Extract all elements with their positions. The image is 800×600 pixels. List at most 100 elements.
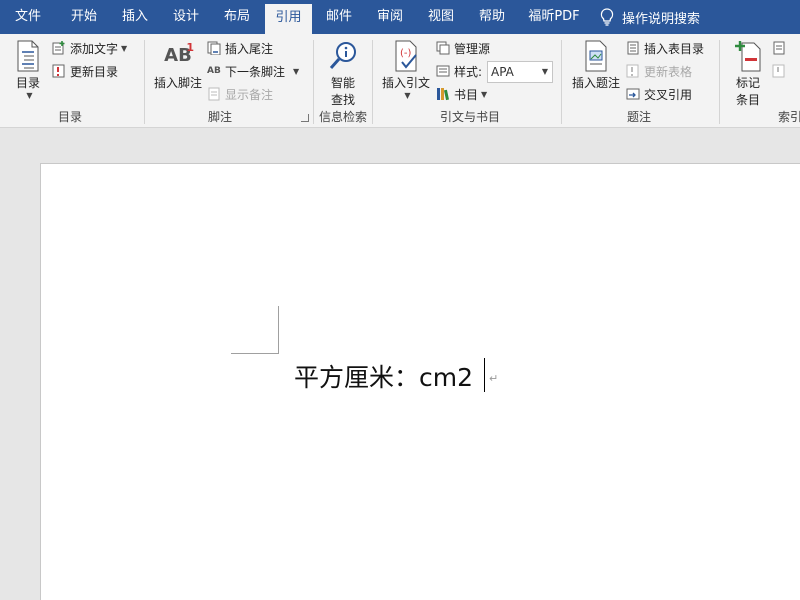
- lightbulb-icon: [600, 8, 614, 26]
- insert-index-button[interactable]: [772, 38, 790, 58]
- mark-entry-label-2: 条目: [735, 93, 760, 107]
- bibliography-button[interactable]: 书目 ▼: [436, 84, 487, 104]
- group-divider: [561, 40, 562, 124]
- margin-corner-mark: [278, 306, 279, 354]
- citation-style-dropdown[interactable]: APA ▼: [487, 61, 553, 83]
- toc-button-label: 目录: [15, 76, 40, 90]
- ribbon: 目录 ▼ 添加文字 ▼ 更新目录 目录 AB 1 插入脚注 插入尾注 AB 下一…: [0, 34, 800, 128]
- toc-button[interactable]: 目录 ▼: [10, 40, 46, 100]
- tab-help[interactable]: 帮助: [471, 0, 513, 34]
- endnote-icon: [207, 41, 221, 55]
- tab-home[interactable]: 开始: [62, 0, 106, 34]
- show-notes-icon: [208, 87, 220, 101]
- tab-layout[interactable]: 布局: [216, 0, 258, 34]
- add-text-button[interactable]: 添加文字 ▼: [52, 38, 127, 58]
- insert-footnote-label: 插入脚注: [153, 76, 202, 90]
- group-divider: [372, 40, 373, 124]
- chevron-down-icon: ▼: [481, 89, 488, 99]
- group-label-toc: 目录: [57, 110, 82, 124]
- bibliography-icon: [437, 88, 449, 101]
- group-label-citations: 引文与书目: [439, 110, 500, 124]
- add-text-icon: [52, 41, 65, 55]
- footnote-icon-superscript: 1: [186, 41, 194, 54]
- update-index-icon: [772, 64, 785, 78]
- tell-me-label: 操作说明搜索: [622, 11, 701, 27]
- group-divider: [719, 40, 720, 124]
- update-toc-button[interactable]: 更新目录: [52, 61, 118, 81]
- insert-index-icon: [773, 41, 785, 55]
- style-label-text: 样式:: [454, 64, 483, 79]
- chevron-down-icon: ▼: [293, 66, 300, 76]
- show-notes-button[interactable]: 显示备注: [207, 84, 273, 104]
- chevron-down-icon: ▼: [404, 91, 411, 100]
- paragraph-mark: ↵: [489, 372, 499, 385]
- cross-reference-icon: [626, 88, 640, 100]
- tell-me-search[interactable]: 操作说明搜索: [600, 0, 700, 34]
- chevron-down-icon: ▼: [121, 43, 128, 53]
- next-footnote-button[interactable]: AB 下一条脚注 ▼: [207, 61, 299, 81]
- manage-sources-button[interactable]: 管理源: [436, 38, 490, 58]
- next-footnote-icon-text: AB: [207, 66, 221, 76]
- mark-entry-icon: [735, 41, 761, 72]
- cross-reference-label: 交叉引用: [644, 87, 693, 102]
- footnote-icon: AB 1: [158, 40, 198, 72]
- smart-lookup-icon: [329, 42, 356, 69]
- chevron-down-icon: ▼: [541, 67, 548, 76]
- next-footnote-label: 下一条脚注: [225, 64, 286, 79]
- citation-style-label: 样式:: [436, 61, 482, 81]
- tab-foxit-pdf[interactable]: 福昕PDF: [524, 0, 584, 34]
- insert-caption-label: 插入题注: [571, 76, 620, 90]
- update-table-label: 更新表格: [644, 64, 693, 79]
- tab-review[interactable]: 审阅: [369, 0, 411, 34]
- smart-lookup-label-2: 查找: [330, 93, 355, 107]
- tab-file[interactable]: 文件: [8, 0, 48, 34]
- mark-entry-label-1: 标记: [735, 76, 760, 90]
- style-icon: [436, 65, 450, 77]
- dialog-launcher-icon[interactable]: [301, 114, 309, 122]
- citation-style-value: APA: [491, 65, 514, 79]
- smart-lookup-button[interactable]: 智能 查找: [322, 40, 364, 108]
- insert-table-of-figures-button[interactable]: 插入表目录: [626, 38, 704, 58]
- chevron-down-icon: ▼: [26, 91, 33, 100]
- table-of-figures-icon: [627, 41, 639, 55]
- update-toc-icon: [52, 64, 65, 78]
- show-notes-label: 显示备注: [225, 87, 274, 102]
- group-label-index: 索引: [777, 110, 800, 124]
- document-text[interactable]: 平方厘米：cm2: [294, 358, 473, 394]
- text-cursor: [484, 358, 485, 392]
- tab-view[interactable]: 视图: [420, 0, 462, 34]
- tab-insert[interactable]: 插入: [114, 0, 156, 34]
- insert-footnote-button[interactable]: AB 1 插入脚注: [150, 40, 206, 91]
- tab-design[interactable]: 设计: [165, 0, 207, 34]
- insert-table-of-figures-label: 插入表目录: [644, 41, 705, 56]
- next-footnote-icon: AB: [207, 64, 221, 78]
- update-table-button[interactable]: 更新表格: [626, 61, 692, 81]
- insert-endnote-label: 插入尾注: [225, 41, 274, 56]
- insert-endnote-button[interactable]: 插入尾注: [207, 38, 273, 58]
- table-of-contents-icon: [17, 40, 39, 72]
- margin-corner-mark: [231, 353, 279, 354]
- add-text-label: 添加文字: [70, 41, 119, 56]
- menu-bar: 文件 开始 插入 设计 布局 引用 邮件 审阅 视图 帮助 福昕PDF 操作说明…: [0, 0, 800, 34]
- mark-entry-button[interactable]: 标记 条目: [728, 40, 768, 108]
- update-table-icon: [626, 64, 639, 78]
- group-label-research: 信息检索: [318, 110, 367, 124]
- manage-sources-icon: [436, 41, 450, 55]
- cross-reference-button[interactable]: 交叉引用: [626, 84, 692, 104]
- tab-references[interactable]: 引用: [265, 4, 312, 34]
- insert-citation-button[interactable]: (-) 插入引文 ▼: [378, 40, 434, 100]
- manage-sources-label: 管理源: [454, 41, 491, 56]
- insert-caption-icon: [585, 40, 607, 72]
- insert-citation-label: 插入引文: [381, 76, 430, 90]
- group-label-footnotes: 脚注: [207, 110, 232, 124]
- tab-mailings[interactable]: 邮件: [318, 0, 360, 34]
- group-divider: [144, 40, 145, 124]
- group-label-captions: 题注: [626, 110, 651, 124]
- bibliography-label: 书目: [454, 87, 479, 102]
- update-toc-label: 更新目录: [70, 64, 119, 79]
- smart-lookup-label-1: 智能: [330, 76, 355, 90]
- insert-citation-icon: (-): [395, 40, 417, 72]
- insert-caption-button[interactable]: 插入题注: [568, 40, 624, 91]
- update-index-button[interactable]: [772, 61, 790, 81]
- svg-text:(-): (-): [400, 48, 412, 59]
